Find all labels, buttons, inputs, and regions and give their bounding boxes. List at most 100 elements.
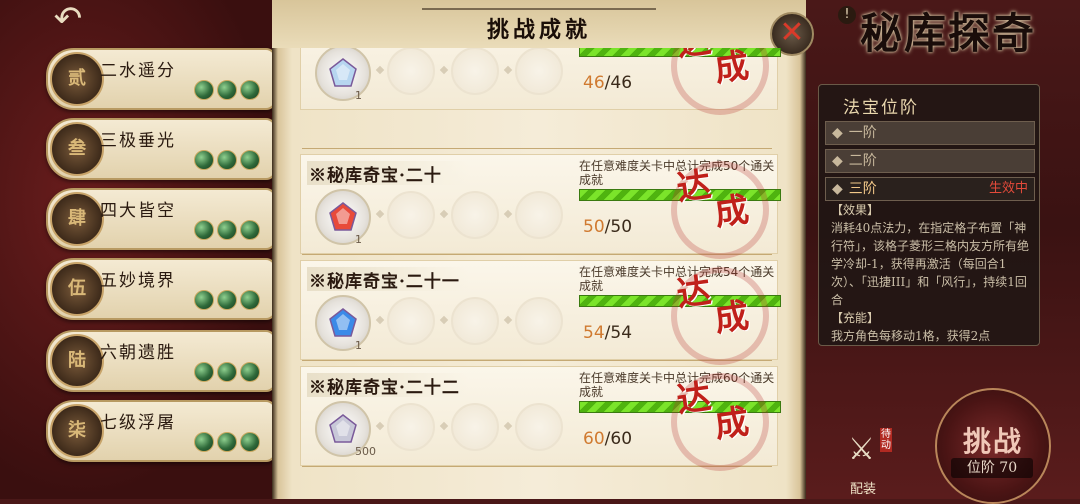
diamond-icon: ◆ bbox=[832, 125, 843, 141]
stage-name: 七级浮屠 bbox=[100, 413, 176, 433]
stage-orbs bbox=[194, 220, 263, 244]
equip-tag: 待动 bbox=[880, 428, 892, 452]
tier-label: 二阶 bbox=[848, 153, 877, 169]
progress-total: 50 bbox=[610, 217, 633, 237]
fabao-title: 法宝位阶 bbox=[843, 98, 919, 118]
stage-item[interactable]: 肆四大皆空 bbox=[46, 188, 276, 250]
slot-divider bbox=[439, 209, 449, 219]
stage-number: 柒 bbox=[50, 404, 104, 458]
tier-3[interactable]: ◆ 三阶 生效中 bbox=[825, 177, 1035, 201]
diamond-icon: ◆ bbox=[832, 153, 843, 169]
empty-reward-slot bbox=[451, 403, 499, 451]
slot-divider bbox=[439, 65, 449, 75]
orb-icon bbox=[194, 220, 214, 240]
orb-icon bbox=[240, 362, 260, 382]
stamp-char-1: 达 bbox=[674, 164, 712, 210]
challenge-button[interactable]: 挑战 位阶 70 bbox=[935, 388, 1051, 504]
effect-text: 消耗40点法力，在指定格子布置「神行符」，该格子菱形三格内友方所有绝学冷却-1，… bbox=[831, 221, 1030, 307]
progress-text: 50/50 bbox=[583, 217, 632, 237]
stage-orbs bbox=[194, 290, 263, 314]
achievement-card: ※秘库奇宝·二十 1 在任意难度关卡中总计完成50个通关成就 50/50 达成 bbox=[300, 154, 781, 259]
orb-icon bbox=[240, 150, 260, 170]
stamp-char-1: 达 bbox=[674, 270, 712, 316]
orb-icon bbox=[194, 290, 214, 310]
achievement-list[interactable]: ※秘库奇宝·十九1在任意难度关卡中总计完成46个通关成就46/46达成※秘库奇宝… bbox=[292, 48, 782, 499]
progress-text: 54/54 bbox=[583, 323, 632, 343]
tier-label: 一阶 bbox=[848, 125, 877, 141]
fabao-description: 【效果】 消耗40点法力，在指定格子布置「神行符」，该格子菱形三格内友方所有绝学… bbox=[831, 201, 1031, 345]
back-arrow-icon[interactable]: ↶ bbox=[48, 2, 88, 36]
stage-number: 伍 bbox=[50, 262, 104, 316]
orb-icon bbox=[194, 362, 214, 382]
empty-reward-slot bbox=[451, 48, 499, 95]
stage-name: 三极垂光 bbox=[100, 131, 176, 151]
completed-stamp: 达成 bbox=[671, 373, 769, 471]
diamond-icon: ◆ bbox=[832, 181, 843, 197]
stage-orbs bbox=[194, 150, 263, 174]
stamp-text: 达成 bbox=[674, 270, 749, 340]
charge-text: 我方角色每移动1格，获得2点 bbox=[831, 329, 991, 343]
treasure-icon bbox=[329, 58, 357, 87]
stamp-text: 达成 bbox=[674, 376, 749, 446]
reward-item[interactable]: 1 bbox=[315, 295, 371, 352]
treasure-icon bbox=[329, 414, 357, 443]
progress-text: 60/60 bbox=[583, 429, 632, 449]
item-count: 1 bbox=[355, 233, 362, 246]
stage-orbs bbox=[194, 432, 263, 456]
reward-item[interactable]: 1 bbox=[315, 189, 371, 246]
challenge-label: 挑战 bbox=[962, 425, 1023, 458]
stage-orbs bbox=[194, 362, 263, 386]
stage-name: 六朝遗胜 bbox=[100, 343, 176, 363]
orb-icon bbox=[240, 220, 260, 240]
empty-reward-slot bbox=[515, 48, 563, 95]
orb-icon bbox=[194, 432, 214, 452]
stamp-char-1: 达 bbox=[674, 376, 712, 422]
stamp-text: 达成 bbox=[674, 48, 749, 90]
tier-status: 生效中 bbox=[988, 181, 1028, 196]
slot-divider bbox=[375, 65, 385, 75]
empty-reward-slot bbox=[387, 48, 435, 95]
effect-head: 【效果】 bbox=[831, 203, 880, 217]
empty-reward-slot bbox=[387, 297, 435, 345]
slot-divider bbox=[503, 65, 513, 75]
stage-name: 五妙境界 bbox=[100, 271, 176, 291]
slot-divider bbox=[375, 421, 385, 431]
tier-1[interactable]: ◆ 一阶 bbox=[825, 121, 1035, 145]
reward-item[interactable]: 1 bbox=[315, 48, 371, 102]
empty-reward-slot bbox=[515, 191, 563, 239]
charge-head: 【充能】 bbox=[831, 311, 880, 325]
item-count: 1 bbox=[355, 339, 362, 352]
empty-reward-slot bbox=[451, 297, 499, 345]
orb-icon bbox=[217, 220, 237, 240]
progress-total: 60 bbox=[610, 429, 633, 449]
completed-stamp: 达成 bbox=[671, 267, 769, 365]
equip-button[interactable]: ⚔ 待动 配装 bbox=[844, 428, 894, 498]
stage-number: 陆 bbox=[50, 334, 104, 388]
stage-item[interactable]: 伍五妙境界 bbox=[46, 258, 276, 320]
treasure-icon bbox=[329, 308, 357, 337]
achievement-card: ※秘库奇宝·十九1在任意难度关卡中总计完成46个通关成就46/46达成 bbox=[300, 48, 781, 115]
slot-divider bbox=[439, 421, 449, 431]
stage-item[interactable]: 贰二水遥分 bbox=[46, 48, 276, 110]
progress-total: 46 bbox=[610, 73, 633, 93]
slot-divider bbox=[375, 209, 385, 219]
item-count: 1 bbox=[355, 89, 362, 102]
stage-item[interactable]: 柒七级浮屠 bbox=[46, 400, 276, 462]
orb-icon bbox=[217, 80, 237, 100]
card-divider bbox=[292, 144, 782, 154]
orb-icon bbox=[240, 80, 260, 100]
reward-item[interactable]: 500 bbox=[315, 401, 376, 458]
slot-divider bbox=[439, 315, 449, 325]
slot-divider bbox=[375, 315, 385, 325]
tier-2[interactable]: ◆ 二阶 bbox=[825, 149, 1035, 173]
stamp-char-2: 成 bbox=[712, 401, 750, 447]
completed-stamp: 达成 bbox=[671, 161, 769, 259]
orb-icon bbox=[194, 80, 214, 100]
orb-icon bbox=[240, 432, 260, 452]
progress-current: 50 bbox=[583, 217, 605, 237]
info-icon[interactable]: ! bbox=[838, 6, 856, 24]
progress-current: 60 bbox=[583, 429, 605, 449]
achievement-title: ※秘库奇宝·二十 bbox=[307, 161, 469, 186]
stage-item[interactable]: 陆六朝遗胜 bbox=[46, 330, 276, 392]
stage-item[interactable]: 叁三极垂光 bbox=[46, 118, 276, 180]
